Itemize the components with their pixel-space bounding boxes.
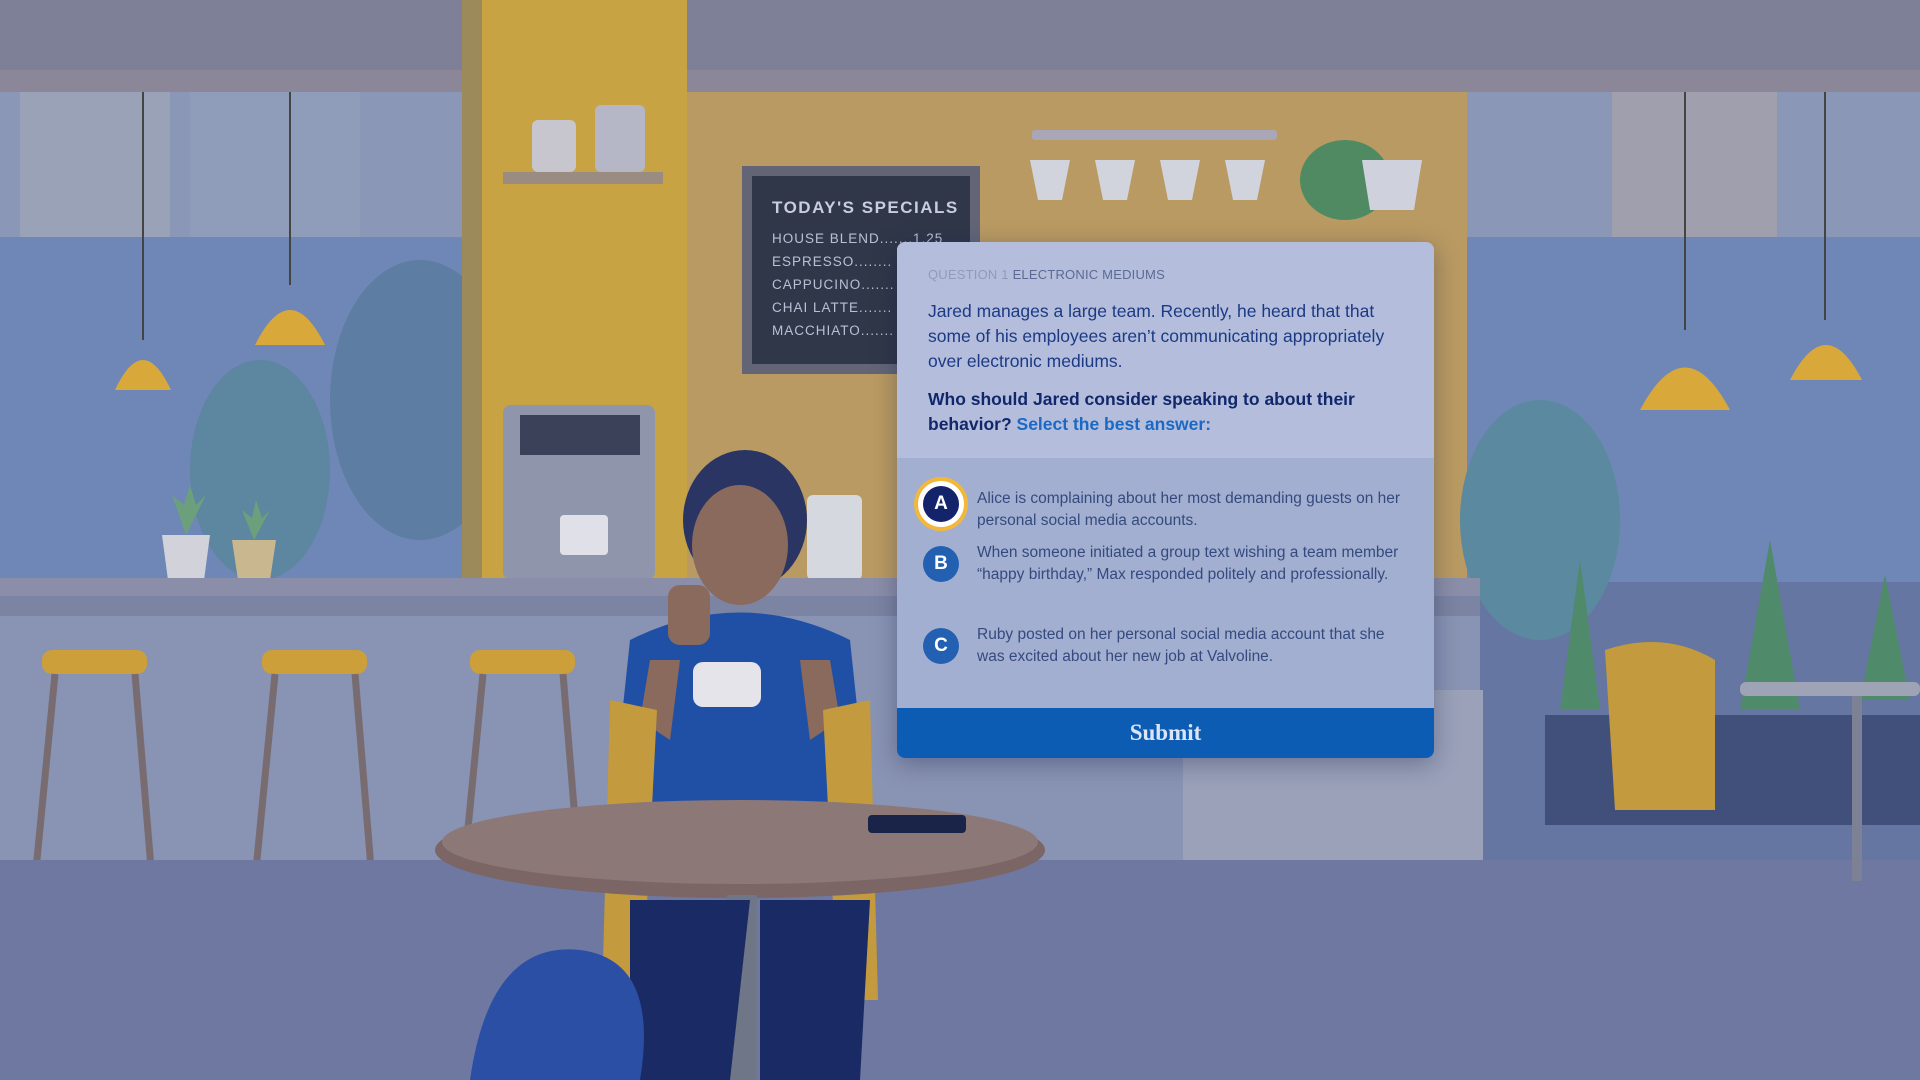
specials-board-item: ESPRESSO........ [772, 254, 893, 269]
option-b-text: When someone initiated a group text wish… [977, 544, 1399, 583]
option-c-radio[interactable]: C [923, 628, 959, 664]
question-header: QUESTION 1 ELECTRONIC MEDIUMS Jared mana… [897, 242, 1434, 458]
question-scenario: Jared manages a large team. Recently, he… [928, 301, 1385, 371]
answer-option-b[interactable]: B When someone initiated a group text wi… [897, 542, 1434, 622]
answer-options: A Alice is complaining about her most de… [897, 458, 1434, 750]
specials-board-item: MACCHIATO....... [772, 323, 895, 338]
specials-board-item: CHAI LATTE....... [772, 300, 893, 315]
specials-board-item: CAPPUCINO....... [772, 277, 895, 292]
question-number: QUESTION 1 [928, 267, 1009, 282]
option-a-radio[interactable]: A [923, 486, 959, 522]
submit-button[interactable]: Submit [897, 708, 1434, 758]
question-topic: ELECTRONIC MEDIUMS [1012, 267, 1165, 282]
answer-option-a[interactable]: A Alice is complaining about her most de… [897, 482, 1434, 544]
answer-instruction: Select the best answer: [1016, 414, 1212, 434]
specials-board-title: TODAY'S SPECIALS [772, 198, 959, 217]
option-a-text: Alice is complaining about her most dema… [977, 490, 1401, 529]
question-prompt: Who should Jared consider speaking to ab… [928, 387, 1398, 437]
answer-option-c[interactable]: C Ruby posted on her personal social med… [897, 624, 1434, 684]
question-label: QUESTION 1 ELECTRONIC MEDIUMS [928, 267, 1165, 282]
option-b-radio[interactable]: B [923, 546, 959, 582]
option-c-text: Ruby posted on her personal social media… [977, 626, 1385, 665]
question-card: QUESTION 1 ELECTRONIC MEDIUMS Jared mana… [897, 242, 1434, 758]
